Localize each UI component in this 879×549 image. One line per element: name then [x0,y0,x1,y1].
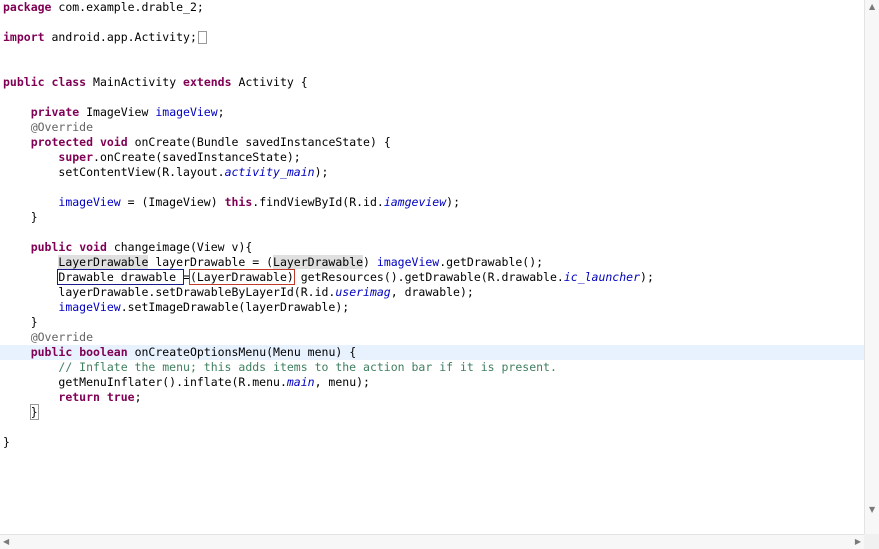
code-line-12: LayerDrawable layerDrawable = (LayerDraw… [58,255,544,269]
code-line-4: private ImageView imageView; [30,105,225,119]
code-line-22: } [3,404,39,420]
code-line-1: package com.example.drable_2; [3,0,204,14]
code-line-2: import android.app.Activity; [3,30,207,45]
code-line-3: public class MainActivity extends Activi… [3,75,308,89]
code-line-8: setContentView(R.layout.activity_main); [58,165,329,179]
code-editor[interactable]: package com.example.drable_2; import and… [0,0,864,534]
code-line-21: return true; [58,390,142,404]
scroll-left-icon[interactable]: ◀ [3,538,9,546]
code-line-13: Drawable drawable =(LayerDrawable) getRe… [57,269,654,285]
code-line-6: protected void onCreate(Bundle savedInst… [30,135,391,149]
code-line-9: imageView = (ImageView) this.findViewByI… [58,195,460,209]
code-line-7: super.onCreate(savedInstanceState); [58,150,301,164]
code-line-16: } [30,315,38,329]
code-line-15: imageView.setImageDrawable(layerDrawable… [58,300,350,314]
scroll-right-icon[interactable]: ▶ [855,538,861,546]
code-line-14: layerDrawable.setDrawableByLayerId(R.id.… [58,285,474,299]
code-line-10: } [30,210,38,224]
code-line-20: getMenuInflater().inflate(R.menu.main, m… [58,375,370,389]
vertical-scrollbar[interactable]: ▲ ▼ [864,0,879,534]
code-line-18: public boolean onCreateOptionsMenu(Menu … [30,345,357,359]
code-line-11: public void changeimage(View v){ [30,240,253,254]
code-line-17: @Override [30,330,94,344]
folded-imports-icon[interactable] [197,31,207,44]
scrollbar-corner [864,534,879,549]
drawable-declaration-selection: Drawable drawable [57,269,185,285]
code-line-23: } [3,435,10,449]
code-line-19: // Inflate the menu; this adds items to … [58,360,557,374]
scroll-up-icon[interactable]: ▲ [869,3,875,11]
scroll-down-icon[interactable]: ▼ [869,506,875,514]
cast-error-highlight: (LayerDrawable) [188,269,295,285]
code-line-5: @Override [30,120,94,134]
matching-brace: } [29,404,39,420]
horizontal-scrollbar[interactable]: ◀ ▶ [0,534,864,549]
